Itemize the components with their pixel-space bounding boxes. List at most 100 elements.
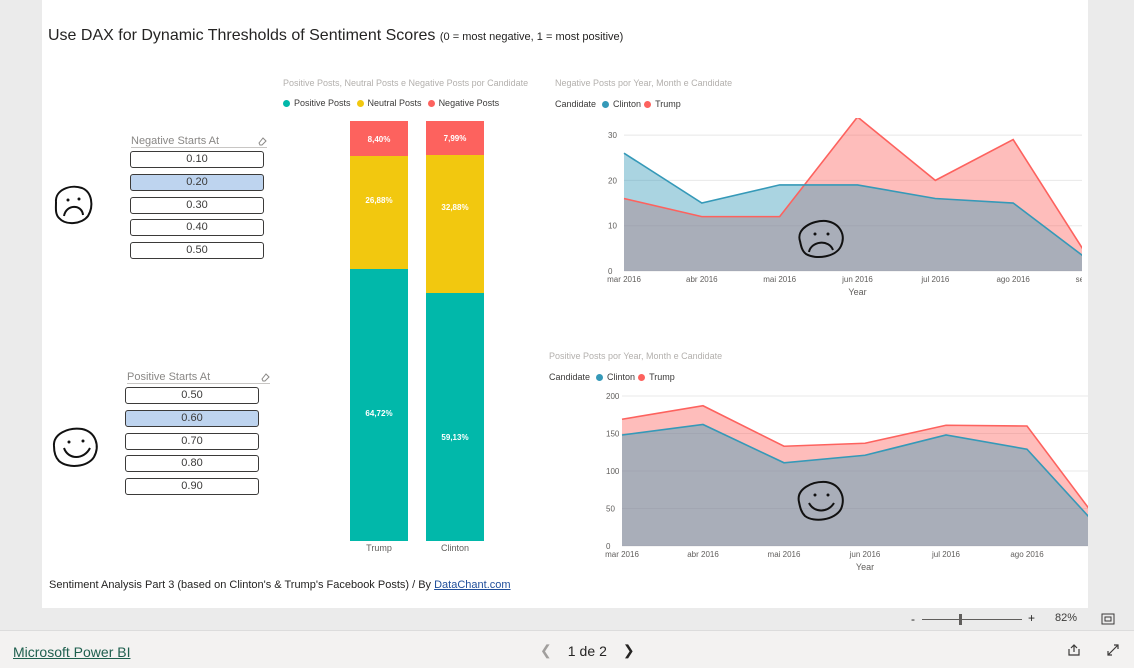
category-label: Clinton — [440, 543, 469, 553]
legend-dot-positive — [283, 99, 290, 107]
zoom-bar: - + 82% — [0, 608, 1134, 630]
bar-data-label: 26,88% — [365, 195, 393, 205]
x-tick-label: jul 2016 — [920, 275, 950, 284]
report-title-main: Use DAX for Dynamic Thresholds of Sentim… — [48, 27, 436, 44]
y-tick-label: 150 — [606, 430, 620, 439]
y-tick-label: 10 — [608, 222, 617, 231]
sad-face-icon — [54, 185, 93, 224]
x-tick-label: mai 2016 — [763, 275, 796, 284]
slicer-option[interactable]: 0.70 — [125, 432, 259, 450]
page-navigator: ❮ 1 de 2 ❯ — [540, 642, 635, 659]
bar-data-label: 32,88% — [441, 202, 469, 212]
fullscreen-icon[interactable] — [1106, 643, 1120, 657]
y-tick-label: 20 — [608, 176, 617, 185]
clear-selection-icon[interactable] — [257, 136, 267, 146]
page-total: 2 — [599, 642, 607, 659]
power-bi-link[interactable]: Microsoft Power BI — [13, 644, 130, 660]
legend-dot-clinton — [602, 100, 610, 108]
x-axis-title: Year — [856, 562, 874, 572]
stacked-bar-plot[interactable]: 64,72% 26,88% 8,40% Trump 59,13% 32,88% 7,99% C… — [342, 121, 502, 553]
legend-dot-trump — [644, 100, 652, 108]
bar-data-label: 59,13% — [441, 432, 469, 442]
report-canvas: Use DAX for Dynamic Thresholds of Sentim… — [42, 0, 1088, 608]
page-current: 1 — [567, 642, 576, 659]
bar-segment[interactable]: 32,88% — [426, 154, 484, 293]
bar-segment[interactable]: 59,13% — [426, 292, 484, 541]
y-tick-label: 200 — [606, 392, 620, 401]
slicer-option[interactable]: 0.10 — [130, 151, 264, 168]
bar-segment[interactable]: 7,99% — [426, 121, 484, 155]
x-tick-label: abr 2016 — [687, 550, 719, 559]
x-tick-label: abr 2016 — [686, 275, 718, 284]
positive-chart-title: Positive Posts por Year, Month e Candida… — [549, 351, 723, 361]
next-page-icon[interactable]: ❯ — [623, 642, 635, 659]
zoom-slider-thumb[interactable] — [958, 614, 962, 625]
slicer-option[interactable]: 0.90 — [125, 478, 259, 496]
x-tick-label: mar 2016 — [605, 550, 639, 559]
bar-segment[interactable]: 26,88% — [350, 156, 408, 270]
report-title: Use DAX for Dynamic Thresholds of Sentim… — [48, 27, 623, 45]
zoom-slider-track[interactable] — [922, 619, 1022, 620]
page-indicator: 1 de 2 — [568, 643, 607, 659]
legend-dot-negative — [427, 99, 435, 107]
clear-selection-icon[interactable] — [260, 372, 270, 382]
datachant-link[interactable]: DataChant.com — [434, 579, 510, 591]
x-tick-label: ago 2016 — [1010, 550, 1044, 559]
bar-data-label: 7,99% — [443, 134, 467, 144]
bar-segment[interactable]: 8,40% — [350, 121, 408, 157]
positive-chart-legend: Candidate Clinton Trump — [549, 372, 675, 382]
category-label: Trump — [366, 543, 392, 553]
bar-segment[interactable]: 64,72% — [350, 269, 408, 541]
zoom-out-button[interactable]: - — [911, 612, 915, 626]
x-tick-label: mar 2016 — [607, 275, 641, 284]
legend-negative: Negative Posts — [438, 98, 500, 108]
positive-slicer-header: Positive Starts At — [127, 371, 270, 384]
negative-chart-title: Negative Posts por Year, Month e Candida… — [555, 78, 733, 88]
slicer-option[interactable]: 0.30 — [130, 196, 264, 214]
slicer-option[interactable]: 0.60 — [125, 409, 259, 427]
zoom-level: 82% — [1055, 612, 1078, 624]
y-tick-label: 30 — [608, 131, 617, 140]
slicer-option[interactable]: 0.20 — [130, 173, 264, 191]
slicer-option[interactable]: 0.40 — [130, 219, 264, 237]
legend-dot-clinton — [596, 373, 604, 381]
x-tick-label: mai 2016 — [768, 550, 801, 559]
negative-legend-trump: Trump — [655, 99, 681, 109]
legend-dot-neutral — [356, 99, 364, 107]
y-tick-label: 50 — [606, 505, 615, 514]
positive-slicer-title: Positive Starts At — [127, 371, 211, 383]
slicer-option[interactable]: 0.80 — [125, 455, 259, 473]
negative-legend-title: Candidate — [555, 99, 597, 109]
zoom-in-button[interactable]: + — [1028, 611, 1035, 625]
positive-legend-title: Candidate — [549, 372, 591, 382]
happy-face-icon — [797, 480, 844, 521]
slicer-option[interactable]: 0.50 — [130, 242, 264, 260]
negative-slicer-title: Negative Starts At — [131, 135, 220, 147]
footer-note: Sentiment Analysis Part 3 (based on Clin… — [49, 579, 511, 591]
bottom-bar: Microsoft Power BI ❮ 1 de 2 ❯ — [0, 630, 1134, 668]
previous-page-icon[interactable]: ❮ — [540, 642, 552, 659]
negative-legend-clinton: Clinton — [613, 99, 642, 109]
fit-to-page-icon[interactable] — [1101, 613, 1115, 625]
page-sep: de — [579, 642, 596, 659]
slicer-option[interactable]: 0.50 — [125, 387, 259, 404]
legend-neutral: Neutral Posts — [367, 98, 422, 108]
bar-data-label: 8,40% — [367, 135, 391, 145]
negative-slicer-header: Negative Starts At — [131, 135, 267, 148]
sad-face-icon — [798, 219, 844, 259]
negative-chart-legend: Candidate Clinton Trump — [555, 99, 681, 109]
legend-dot-trump — [638, 373, 646, 381]
share-icon[interactable] — [1067, 643, 1081, 657]
x-axis-title: Year — [848, 287, 866, 297]
legend-positive: Positive Posts — [294, 98, 351, 108]
y-tick-label: 100 — [606, 467, 620, 476]
positive-legend-clinton: Clinton — [607, 372, 636, 382]
bar-chart-title: Positive Posts, Neutral Posts e Negative… — [283, 78, 529, 88]
footer-text: Sentiment Analysis Part 3 (based on Clin… — [49, 579, 435, 591]
x-tick-label: ago 2016 — [996, 275, 1030, 284]
x-tick-label: set 2016 — [1076, 275, 1082, 284]
negative-area-chart[interactable]: 0102030mar 2016 abr 2016 mai 2016 jun 2016 j… — [547, 118, 1082, 308]
x-tick-label: jun 2016 — [841, 275, 873, 284]
bar-data-label: 64,72% — [365, 409, 393, 419]
bar-chart-legend: Positive Posts Neutral Posts Negative Po… — [283, 98, 499, 108]
